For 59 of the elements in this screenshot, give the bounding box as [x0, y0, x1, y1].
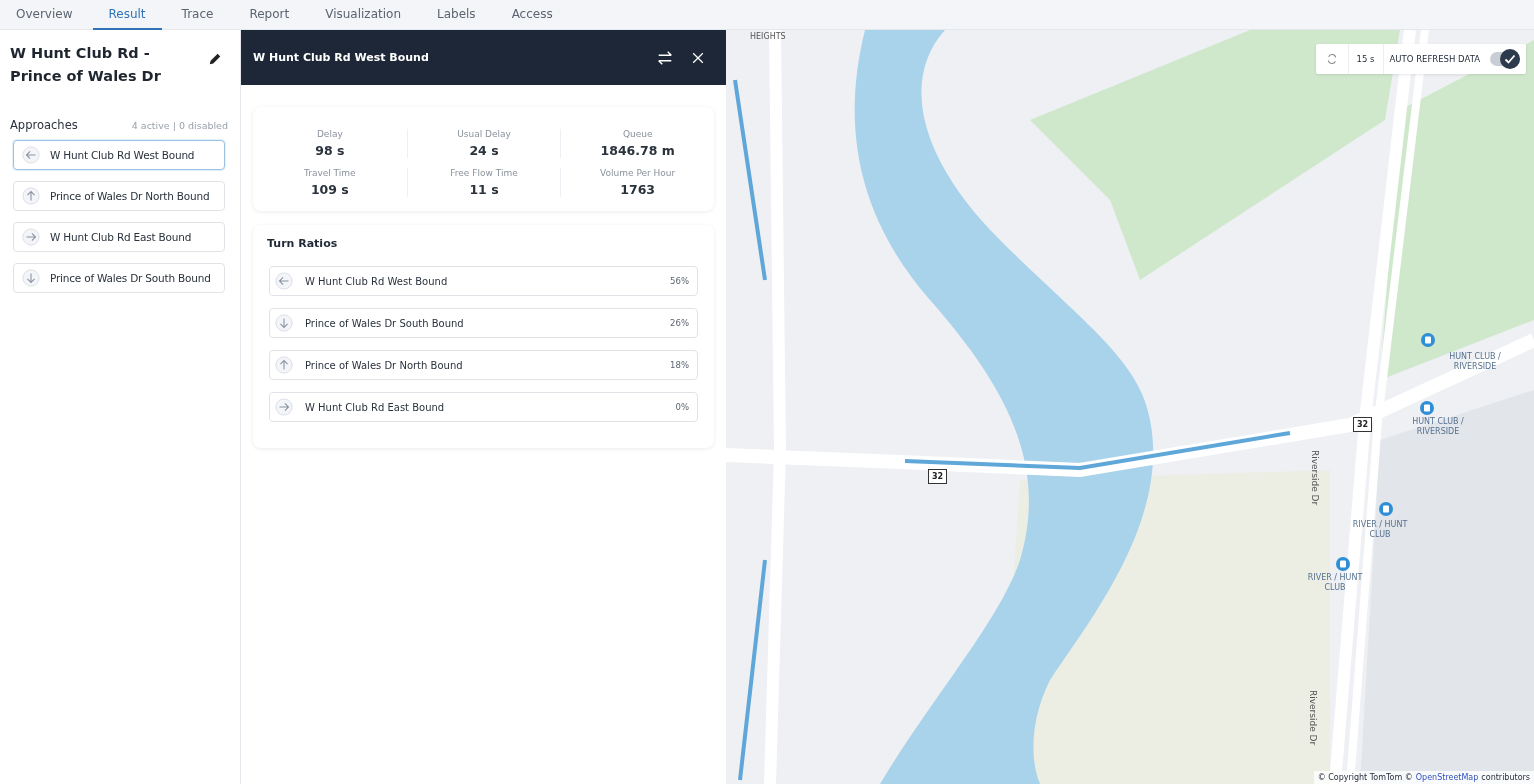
- metric-value: 1846.78 m: [600, 143, 675, 158]
- bus-stop-icon: [1420, 401, 1434, 415]
- turn-ratio-label: W Hunt Club Rd East Bound: [305, 401, 446, 413]
- attribution-suffix: contributors: [1481, 773, 1530, 782]
- detail-title: W Hunt Club Rd West Bound: [253, 51, 430, 64]
- edit-icon[interactable]: [208, 52, 222, 66]
- street-label: Riverside Dr: [1308, 690, 1318, 746]
- tab[interactable]: Result: [92, 0, 162, 30]
- metric-label: Queue: [622, 129, 653, 139]
- intersection-title: W Hunt Club Rd - Prince of Wales Dr: [10, 44, 162, 86]
- attribution-text: © Copyright TomTom ©: [1317, 773, 1413, 782]
- metric-label: Travel Time: [304, 168, 356, 178]
- metric-value: 98 s: [315, 143, 345, 158]
- tab[interactable]: Labels: [421, 0, 492, 30]
- metric-label: Free Flow Time: [450, 168, 518, 178]
- bus-stop-label: HUNT CLUB / RIVERSIDE: [1411, 417, 1465, 437]
- turn-ratio-label: Prince of Wales Dr South Bound: [305, 317, 465, 329]
- turn-ratio-label: W Hunt Club Rd West Bound: [305, 275, 449, 287]
- metric-value: 11 s: [469, 182, 499, 197]
- tab[interactable]: Visualization: [309, 0, 417, 30]
- swap-icon[interactable]: [656, 48, 674, 67]
- tab[interactable]: Access: [495, 0, 569, 30]
- map-view[interactable]: HEIGHTS HUNT CLUB / RIVERSIDE HUNT CLUB / RIVERSIDE RIVER / HUNT CLUB RIVER / HUNT CLUB Riverside Dr Riverside Dr 32 32 15 s AUTO REFRESH DATA © Copyright TomTom © OpenStreetMap contributors: [726, 30, 1534, 784]
- approach-item[interactable]: W Hunt Club Rd West Bound: [13, 140, 225, 170]
- approach-item[interactable]: W Hunt Club Rd East Bound: [13, 222, 225, 252]
- turn-ratio-label: Prince of Wales Dr North Bound: [305, 359, 464, 371]
- approach-item[interactable]: Prince of Wales Dr South Bound: [13, 263, 225, 293]
- area-label: HEIGHTS: [750, 32, 786, 41]
- bus-stop-icon: [1421, 333, 1435, 347]
- metric-label: Volume Per Hour: [600, 168, 676, 178]
- refresh-icon[interactable]: [1325, 53, 1338, 65]
- bus-stop-icon: [1336, 557, 1350, 571]
- metric-label: Usual Delay: [457, 129, 511, 139]
- bus-stop-icon: [1379, 502, 1393, 516]
- route-shield: 32: [928, 469, 948, 484]
- bus-stop-label: RIVER / HUNT CLUB: [1306, 573, 1364, 593]
- turn-ratios-heading: Turn Ratios: [267, 237, 339, 250]
- approaches-summary: 4 active | 0 disabled: [131, 119, 228, 131]
- tab[interactable]: Trace: [165, 0, 230, 30]
- route-shield: 32: [1353, 417, 1373, 432]
- tab[interactable]: Report: [233, 0, 306, 30]
- turn-ratio-value: 0%: [675, 402, 689, 412]
- auto-refresh-label: AUTO REFRESH DATA: [1388, 54, 1481, 64]
- bus-stop-label: RIVER / HUNT CLUB: [1351, 520, 1409, 540]
- metric-value: 1763: [620, 182, 656, 197]
- approaches-heading: Approaches: [10, 118, 78, 132]
- street-label: Riverside Dr: [1310, 450, 1320, 506]
- turn-ratio-value: 26%: [670, 318, 689, 328]
- auto-refresh-toggle[interactable]: [1490, 52, 1520, 66]
- refresh-interval[interactable]: 15 s: [1347, 44, 1384, 74]
- tab[interactable]: Overview: [0, 0, 89, 30]
- metric-value: 109 s: [310, 182, 349, 197]
- metric-label: Delay: [316, 129, 343, 139]
- turn-ratio-value: 18%: [670, 360, 689, 370]
- turn-ratio-value: 56%: [670, 276, 689, 286]
- bus-stop-label: HUNT CLUB / RIVERSIDE: [1448, 352, 1502, 372]
- metric-value: 24 s: [469, 143, 499, 158]
- attribution-link[interactable]: OpenStreetMap: [1415, 773, 1479, 782]
- approach-item[interactable]: Prince of Wales Dr North Bound: [13, 181, 225, 211]
